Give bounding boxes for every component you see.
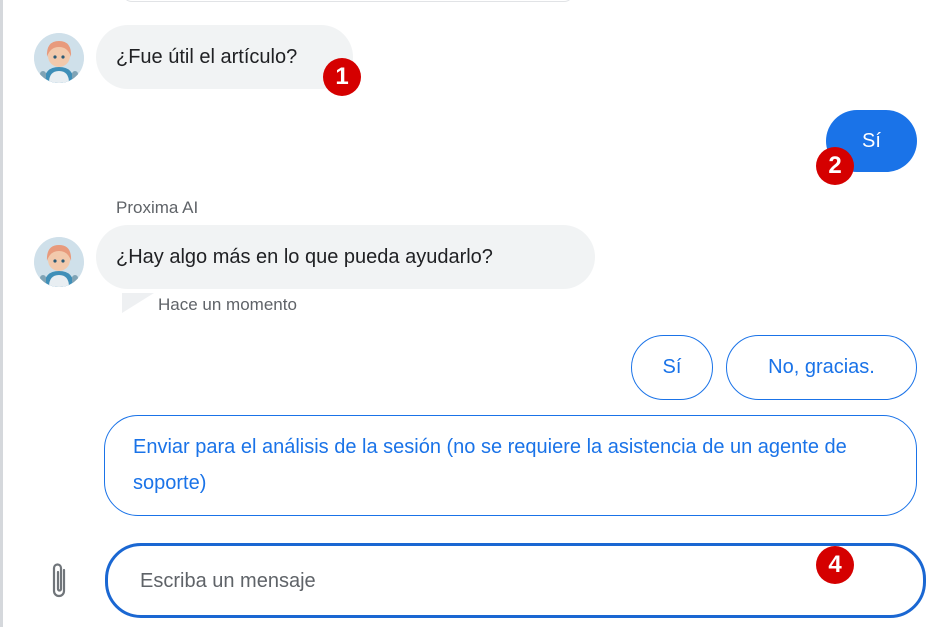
bubble-tail: [122, 293, 154, 313]
bot-avatar: [34, 237, 84, 287]
quick-reply-no-thanks[interactable]: No, gracias.: [726, 335, 917, 400]
sender-name: Proxima AI: [116, 198, 199, 217]
paperclip-icon: [52, 563, 66, 598]
panel-left-border: [0, 0, 3, 627]
bot-message-text: ¿Hay algo más en lo que pueda ayudarlo?: [116, 246, 493, 268]
bot-avatar: [34, 33, 84, 83]
annotation-marker: 4: [816, 546, 854, 584]
annotation-marker: 1: [323, 58, 361, 96]
user-message-text: Sí: [862, 130, 881, 152]
annotation-marker: 2: [816, 147, 854, 185]
message-timestamp: Hace un momento: [158, 295, 297, 314]
bot-message-text: ¿Fue útil el artículo?: [116, 46, 298, 68]
previous-message-edge: [122, 0, 574, 2]
attach-button[interactable]: [44, 560, 74, 604]
bot-message: ¿Hay algo más en lo que pueda ayudarlo?: [96, 225, 595, 289]
robot-avatar-icon: [34, 33, 84, 83]
bot-message: ¿Fue útil el artículo?: [96, 25, 353, 89]
quick-reply-yes[interactable]: Sí: [631, 335, 713, 400]
quick-reply-send-for-analysis[interactable]: Enviar para el análisis de la sesión (no…: [104, 415, 917, 516]
robot-avatar-icon: [34, 237, 84, 287]
message-input[interactable]: [138, 546, 842, 617]
message-input-container: [105, 543, 926, 618]
